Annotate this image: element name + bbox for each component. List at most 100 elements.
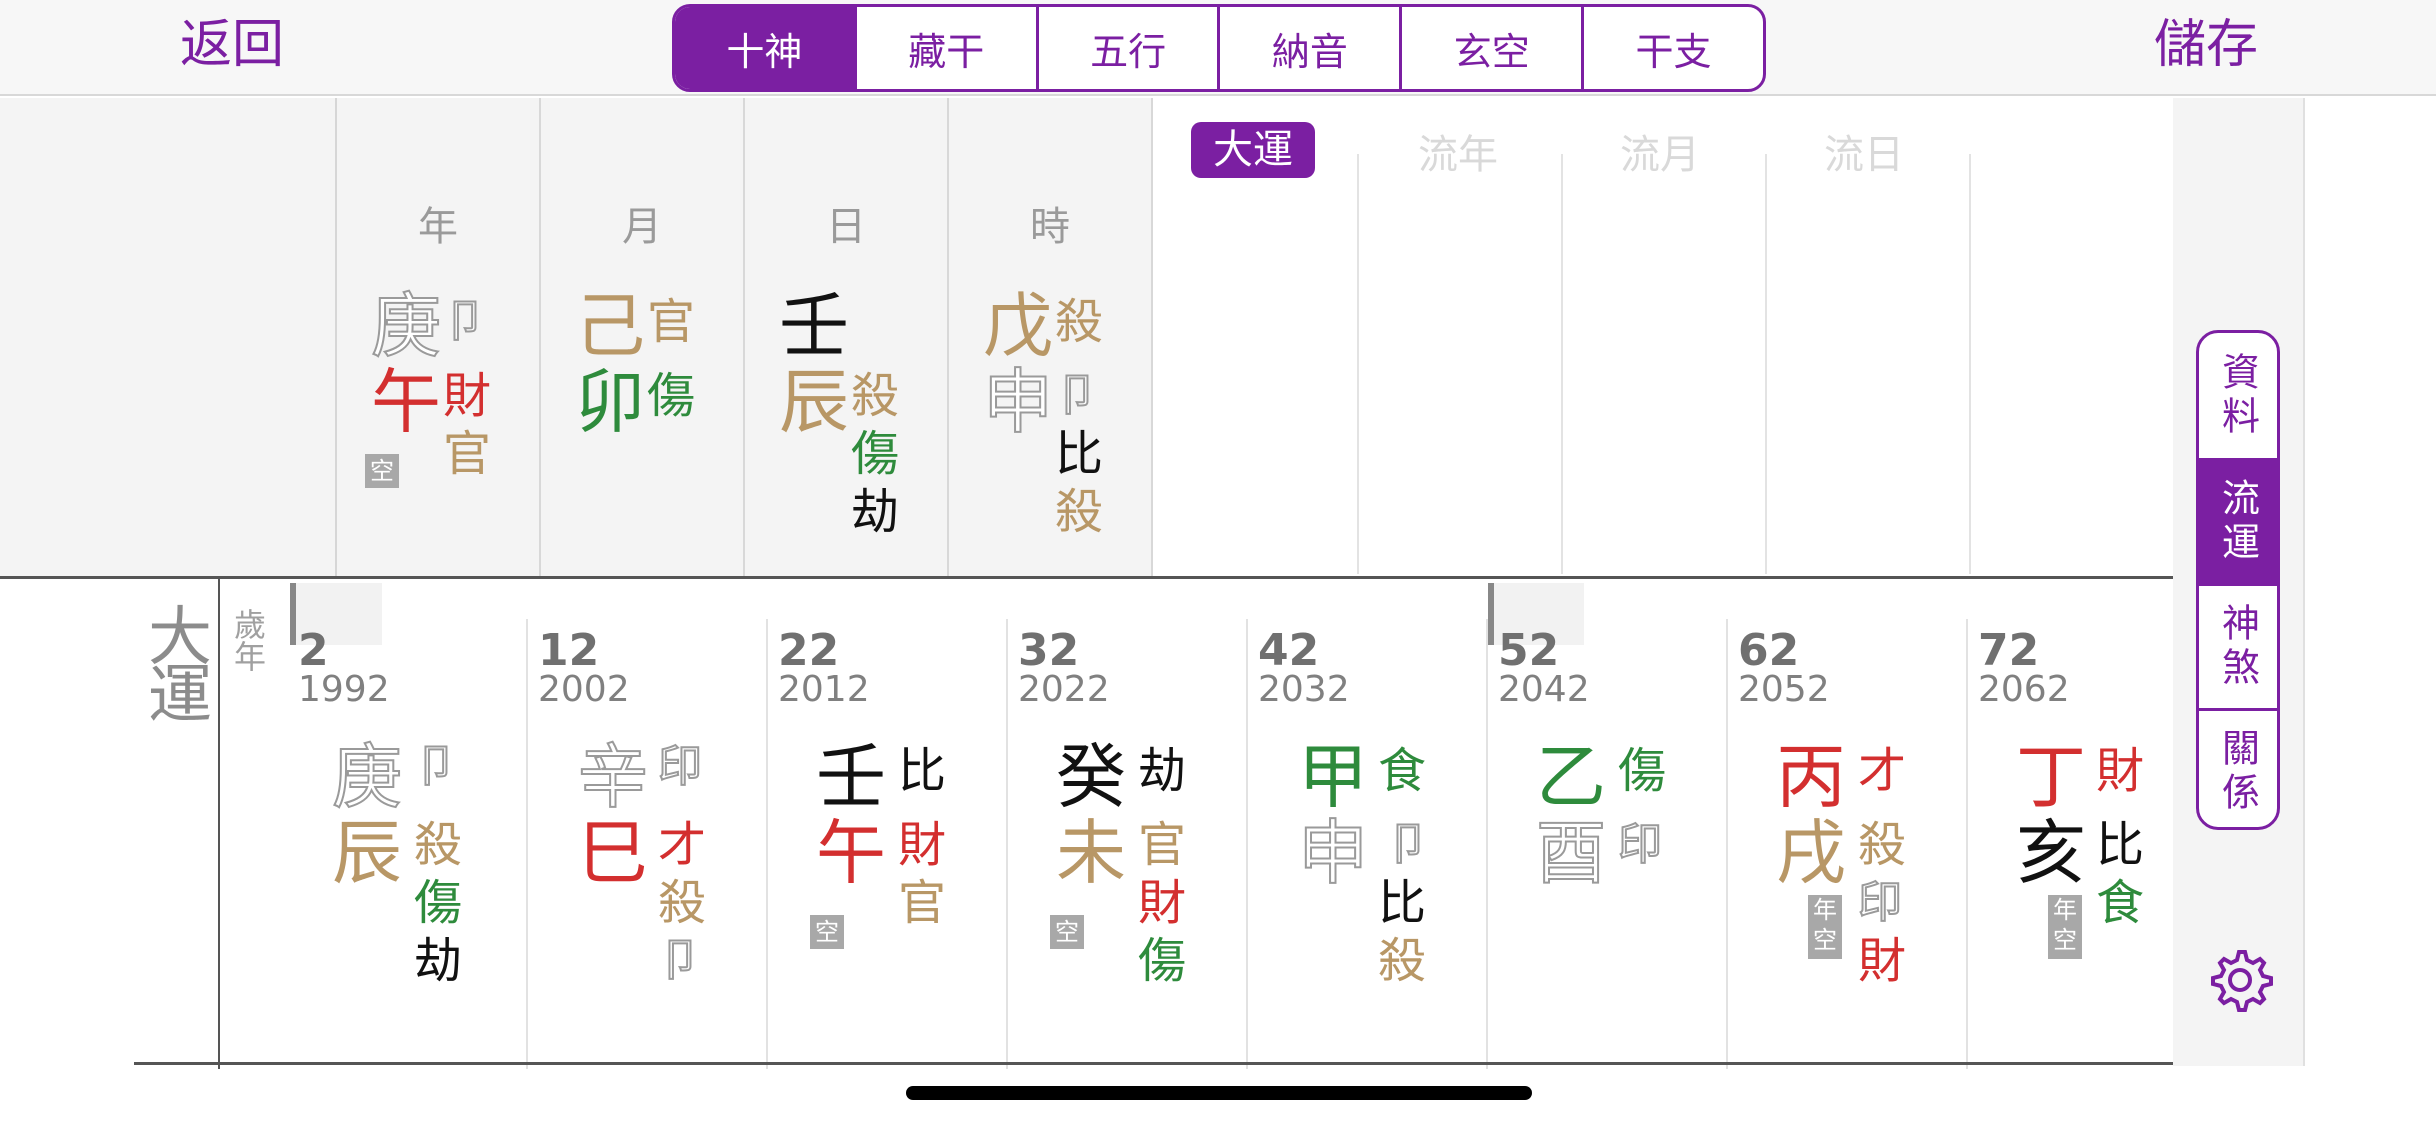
pillar-god: 官 — [647, 294, 696, 350]
tab-liu-nian[interactable]: 流年 — [1373, 122, 1543, 180]
decade-god: 傷 — [1618, 743, 1667, 799]
pillar-branch: 辰 — [779, 361, 849, 443]
divider — [134, 1062, 2174, 1065]
decade-god: 劫 — [1138, 743, 1187, 799]
decade-label: 大運 — [148, 601, 212, 733]
pillar-hour[interactable]: 時 戊 殺 申 卩 比 殺 — [949, 98, 1153, 576]
decade-god: 印 — [657, 740, 703, 793]
tab-ganzhi[interactable]: 干支 — [1581, 7, 1763, 89]
decade-stem: 壬 — [816, 736, 886, 818]
side-tab-relations[interactable]: 關係 — [2199, 708, 2277, 827]
year-age-label: 歲年 — [234, 606, 267, 676]
side-menu: 資料 流運 神煞 關係 — [2196, 330, 2280, 830]
decade-column[interactable]: 72 2062 丁 財 亥 比 食 年空 — [1968, 619, 2173, 1069]
decade-god: 印 — [1857, 876, 1903, 929]
kong-badge: 空 — [810, 915, 844, 949]
back-button[interactable]: 返回 — [180, 10, 284, 80]
pillar-branch: 卯 — [575, 361, 645, 443]
decade-column[interactable]: 62 2052 丙 才 戌 殺 印 財 年空 — [1728, 619, 1968, 1069]
pillar-branch: 申 — [982, 361, 1054, 443]
pillar-god: 殺 — [1055, 484, 1104, 540]
decade-god: 殺 — [1858, 817, 1907, 873]
kong-badge: 年空 — [1808, 895, 1842, 959]
decade-god: 比 — [898, 743, 947, 799]
chart-left-margin — [0, 98, 337, 576]
decade-column[interactable]: 52 2042 乙 傷 酉 印 — [1488, 619, 1728, 1069]
pillar-header: 年 — [418, 204, 458, 250]
side-tab-flow[interactable]: 流運 — [2199, 458, 2277, 583]
decade-god: 才 — [1858, 743, 1907, 799]
tab-nayin[interactable]: 納音 — [1217, 7, 1399, 89]
decade-god: 官 — [1138, 817, 1187, 873]
view-segmented-control: 十神 藏干 五行 納音 玄空 干支 — [672, 4, 1766, 92]
decade-god: 卩 — [413, 740, 459, 793]
pillar-day[interactable]: 日 壬 辰 殺 傷 劫 — [745, 98, 949, 576]
pillar-year[interactable]: 年 庚 卩 午 財 官 空 — [337, 98, 541, 576]
side-tab-label: 資料 — [2215, 351, 2260, 440]
tab-wuxing[interactable]: 五行 — [1035, 7, 1218, 89]
decade-stem: 丙 — [1776, 736, 1846, 818]
side-tab-info[interactable]: 資料 — [2199, 333, 2277, 458]
tab-da-yun[interactable]: 大運 — [1191, 122, 1315, 178]
pillar-god: 官 — [443, 426, 492, 482]
side-tab-shensha[interactable]: 神煞 — [2199, 583, 2277, 708]
decade-branch: 申 — [1297, 812, 1369, 894]
pillar-month[interactable]: 月 己 官 卯 傷 — [541, 98, 745, 576]
tab-shishen[interactable]: 十神 — [675, 7, 854, 89]
decade-year: 2022 — [1018, 669, 1110, 710]
decade-god: 官 — [898, 875, 947, 931]
divider — [218, 579, 220, 1069]
divider — [1765, 154, 1767, 574]
divider — [1561, 154, 1563, 574]
decade-god: 殺 — [414, 817, 463, 873]
decade-god: 才 — [658, 817, 707, 873]
pillar-header: 月 — [622, 204, 662, 250]
decade-year: 2052 — [1738, 669, 1830, 710]
decade-year: 2062 — [1978, 669, 2070, 710]
decade-year: 1992 — [298, 669, 390, 710]
pillar-god: 殺 — [1055, 294, 1104, 350]
pillar-god: 殺 — [851, 368, 900, 424]
kong-badge: 空 — [365, 454, 399, 488]
decade-branch: 未 — [1056, 812, 1126, 894]
decade-branch: 戌 — [1776, 812, 1846, 894]
decade-god: 卩 — [657, 934, 703, 987]
decade-god: 卩 — [1385, 818, 1431, 871]
decade-stem: 甲 — [1298, 736, 1368, 818]
decade-god: 財 — [1858, 933, 1907, 989]
decade-column[interactable]: 2 1992 庚 卩 辰 殺 傷 劫 — [288, 619, 528, 1069]
decade-year: 2032 — [1258, 669, 1350, 710]
decade-year: 2042 — [1498, 669, 1590, 710]
decade-god: 食 — [2096, 875, 2145, 931]
save-button[interactable]: 儲存 — [2154, 10, 2258, 80]
divider — [1357, 154, 1359, 574]
pillar-god: 劫 — [851, 484, 900, 540]
decade-god: 殺 — [1378, 933, 1427, 989]
decade-year: 2012 — [778, 669, 870, 710]
pillar-header: 時 — [1030, 204, 1070, 250]
side-tab-label: 流運 — [2215, 478, 2260, 566]
decade-god: 比 — [2096, 817, 2145, 873]
pillar-god: 傷 — [851, 426, 900, 482]
tab-canggan[interactable]: 藏干 — [853, 7, 1036, 89]
tab-liu-yue[interactable]: 流月 — [1575, 122, 1745, 180]
decade-stem: 乙 — [1536, 736, 1606, 818]
decade-column[interactable]: 32 2022 癸 劫 未 官 財 傷 空 — [1008, 619, 1248, 1069]
tab-liu-ri[interactable]: 流日 — [1779, 122, 1949, 180]
tab-xuankong[interactable]: 玄空 — [1399, 7, 1581, 89]
kong-badge: 年空 — [2048, 895, 2082, 959]
side-tab-label: 關係 — [2215, 728, 2260, 816]
decade-column[interactable]: 42 2032 甲 食 申 卩 比 殺 — [1248, 619, 1488, 1069]
gear-icon[interactable] — [2206, 946, 2274, 1014]
pillar-god: 卩 — [442, 295, 488, 348]
decade-branch: 亥 — [2016, 812, 2086, 894]
decade-god: 傷 — [414, 875, 463, 931]
decade-column[interactable]: 12 2002 辛 印 巳 才 殺 卩 — [528, 619, 768, 1069]
decade-luck-panel: 大運 歲年 2 1992 庚 卩 辰 殺 傷 劫 12 2002 辛 印 巳 才… — [0, 576, 2173, 1069]
decade-column[interactable]: 22 2012 壬 比 午 財 官 空 — [768, 619, 1008, 1069]
decade-god: 殺 — [658, 875, 707, 931]
pillar-stem: 己 — [575, 285, 645, 367]
decade-stem: 辛 — [577, 736, 649, 818]
decade-god: 財 — [898, 817, 947, 873]
decade-god: 比 — [1378, 875, 1427, 931]
